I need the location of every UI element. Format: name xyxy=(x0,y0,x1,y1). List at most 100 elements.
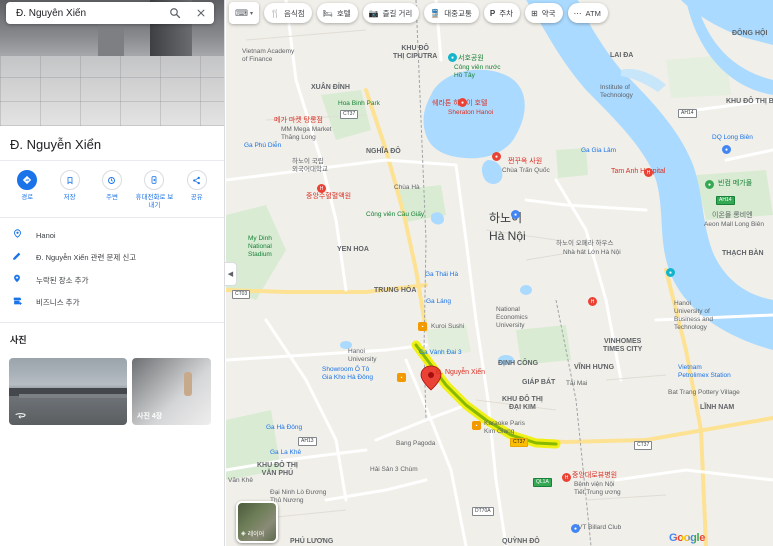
label-dai-kim: KHU ĐÔ THỊ ĐẠI KIM xyxy=(502,396,543,411)
label-phu-luong: PHÚ LƯƠNG xyxy=(290,538,334,545)
camera-icon: 📷 xyxy=(368,8,379,18)
hospital-poi3-icon[interactable]: H xyxy=(317,184,326,193)
park-poi-icon[interactable]: ● xyxy=(448,53,457,62)
pin-label: Đ. Nguyễn Xiển xyxy=(436,369,486,376)
label-van-phu: KHU ĐÔ THỊ VĂN PHÚ xyxy=(257,462,298,477)
mall-poi-icon[interactable]: ● xyxy=(705,180,714,189)
billiard-poi-icon[interactable]: ● xyxy=(571,524,580,533)
more-icon: ⋯ xyxy=(573,8,582,18)
send-to-phone-button[interactable]: 휴대전화로 보내기 xyxy=(135,170,173,213)
report-problem-row[interactable]: Đ. Nguyễn Xiển 관련 문제 신고 xyxy=(0,247,224,270)
add-missing-place-text: 누락된 장소 추가 xyxy=(36,275,89,285)
search-box[interactable]: Đ. Nguyễn Xiển xyxy=(6,2,214,24)
chip-parking-label: 주차 xyxy=(499,8,514,18)
place-title: Đ. Nguyễn Xiển xyxy=(10,137,102,152)
add-business-row[interactable]: 비즈니스 추가 xyxy=(0,292,224,315)
directions-button[interactable]: 경로 xyxy=(8,170,46,213)
chip-hotels[interactable]: 🛏 호텔 xyxy=(316,3,358,23)
temple-poi-icon[interactable]: ● xyxy=(492,152,501,161)
label-xuan-dinh: XUÂN ĐỈNH xyxy=(311,84,350,91)
share-icon xyxy=(186,170,207,190)
label-aeon-ko: 이온몰 롱비엔 xyxy=(712,212,753,219)
hero-photo[interactable]: Đ. Nguyễn Xiển xyxy=(0,0,224,126)
label-national-econ: National Economics University xyxy=(496,306,528,329)
add-missing-place-row[interactable]: 누락된 장소 추가 xyxy=(0,269,224,292)
chip-restaurants[interactable]: 🍴 음식점 xyxy=(264,3,312,23)
label-hospital-ko: 중앙수혈혈액원 xyxy=(306,193,352,200)
label-long-bien-ko: DQ Long Biên xyxy=(712,134,753,141)
action-buttons: 경로 저장 주변 휴대전화로 보내기 공유 xyxy=(0,160,224,217)
map-canvas[interactable]: 하노이 Hà Nội Đ. Nguyễn Xiển KHU ĐÔ THỊ CIP… xyxy=(226,0,773,546)
collapse-panel-button[interactable]: ◀ xyxy=(225,262,237,286)
search-icon[interactable] xyxy=(162,2,188,24)
label-mega-market: MM Mega Market Thăng Long xyxy=(281,126,332,141)
label-quynh-do: QUỲNH ĐÔ xyxy=(502,538,540,545)
chip-pharmacy[interactable]: ⊞ 약국 xyxy=(525,3,563,23)
label-tam-anh: Tam Anh Hospital xyxy=(611,168,666,175)
label-bang-pagoda: Bang Pagoda xyxy=(396,440,436,447)
share-label: 공유 xyxy=(190,194,203,201)
label-ga-vanh-dai-3: Ga Vành Đai 3 xyxy=(419,349,462,356)
label-chua-ha: Chùa Hà xyxy=(394,184,420,191)
send-to-phone-label: 휴대전화로 보내기 xyxy=(135,194,174,209)
chip-restaurants-label: 음식점 xyxy=(283,8,305,18)
shopping-poi-icon[interactable]: ▪ xyxy=(397,373,406,382)
label-aeon: Aeon Mall Long Biên xyxy=(704,221,764,228)
road-shield-ct37: CT37 xyxy=(340,110,359,119)
karaoke-poi-icon[interactable]: ▪ xyxy=(472,421,481,430)
restaurant-poi-icon[interactable]: ▪ xyxy=(418,322,427,331)
photo-streetview[interactable] xyxy=(9,358,127,425)
keyboard-toggle[interactable]: ⌨ ▾ xyxy=(229,2,259,24)
hospital-poi4-icon[interactable]: H xyxy=(562,473,571,482)
hospital-poi-icon[interactable]: H xyxy=(644,168,653,177)
label-hospital2-ko: 중앙대로뷰병원 xyxy=(572,472,618,479)
label-thach-ban: THẠCH BÀN xyxy=(722,250,764,257)
address-row[interactable]: Hanoi xyxy=(0,224,224,247)
label-ciputra: KHU ĐÔ THỊ CIPUTRA xyxy=(393,45,438,60)
label-dong-hoi: ĐÔNG HỘI xyxy=(732,30,768,37)
label-ga-lang: Ga Láng xyxy=(426,298,451,305)
nearby-label: 주변 xyxy=(105,194,118,201)
address-text: Hanoi xyxy=(36,230,56,240)
close-icon[interactable] xyxy=(188,2,214,24)
photo-count-caption: 사진 4장 xyxy=(137,413,163,420)
search-input[interactable]: Đ. Nguyễn Xiển xyxy=(16,8,162,19)
chip-atm-label: ATM xyxy=(585,8,601,18)
chip-atm[interactable]: ⋯ ATM xyxy=(567,3,608,23)
label-vinhomes-times: VINHOMES TIMES CITY xyxy=(603,338,643,353)
university-poi-icon[interactable]: ● xyxy=(666,268,675,277)
directions-label: 경로 xyxy=(21,194,34,201)
chip-things-to-do[interactable]: 📷 즐길 거리 xyxy=(362,3,420,23)
label-mega-market-ko: 메가 마켓 탕롱점 xyxy=(274,117,323,124)
layers-button[interactable]: ◈ 레이어 xyxy=(236,501,278,543)
transit-icon: 🚆 xyxy=(430,8,441,18)
hospital-poi2-icon[interactable]: H xyxy=(588,297,597,306)
photo-gallery[interactable]: 사진 4장 xyxy=(132,358,211,425)
label-hanoi-uni: Hanoi University xyxy=(348,348,377,363)
label-opera-ko: 하노이 오페라 하우스 xyxy=(556,240,614,247)
chip-parking[interactable]: P 주차 xyxy=(483,3,521,23)
label-karaoke: Karaoke Paris Kim Giang xyxy=(484,420,525,435)
road-shield-ql1a: QL1A xyxy=(533,478,552,487)
label-hai-san: Hải Sản 3 Chùm xyxy=(370,466,418,473)
hotel-poi-icon[interactable]: ● xyxy=(458,98,467,107)
label-trung-hoa: TRUNG HÒA xyxy=(374,287,417,294)
map-base xyxy=(226,0,773,546)
nearby-button[interactable]: 주변 xyxy=(93,170,131,213)
restaurant-icon: 🍴 xyxy=(270,8,280,18)
label-institute-tech: Institute of Technology xyxy=(600,84,633,99)
landmark-poi-icon[interactable]: ● xyxy=(511,210,520,219)
share-button[interactable]: 공유 xyxy=(178,170,216,213)
chip-transit[interactable]: 🚆 대중교통 xyxy=(424,3,479,23)
directions-icon xyxy=(17,170,38,190)
shop-poi-icon[interactable]: ● xyxy=(722,145,731,154)
photos-row: 사진 4장 xyxy=(0,352,224,425)
keyboard-icon: ⌨ xyxy=(234,7,248,18)
label-khu-do-thi-bac: KHU ĐÔ THỊ BẮC xyxy=(726,98,773,105)
label-vt-billard: VT Billard Club xyxy=(578,524,622,531)
label-hospital2: Bệnh viện Nội Tiết Trung ương xyxy=(574,481,621,496)
save-button[interactable]: 저장 xyxy=(51,170,89,213)
label-vincom-ko: 빈컴 메가몰 xyxy=(718,180,753,187)
label-hanoi-uni-business: Hanoi University of Business and Technol… xyxy=(674,300,714,331)
hotel-icon: 🛏 xyxy=(322,8,333,18)
